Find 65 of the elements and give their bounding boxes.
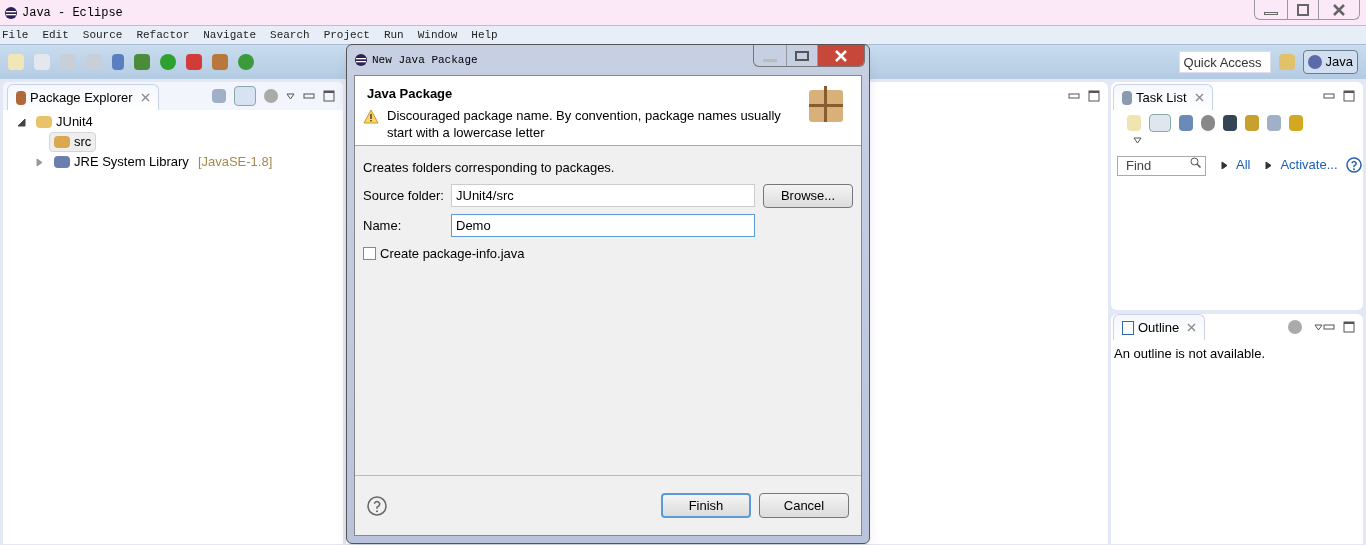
- close-icon: [1332, 3, 1346, 16]
- minimize-icon[interactable]: [303, 92, 315, 100]
- close-icon[interactable]: [1187, 323, 1197, 332]
- expander-icon[interactable]: [17, 117, 26, 127]
- field-label: Source folder:: [363, 186, 445, 205]
- menu-item[interactable]: Project: [323, 26, 370, 44]
- expand-icon[interactable]: [1264, 161, 1273, 169]
- maximize-icon[interactable]: [1088, 90, 1100, 102]
- close-icon: [834, 49, 848, 62]
- checkbox[interactable]: [363, 246, 376, 260]
- maximize-icon[interactable]: [1343, 90, 1355, 102]
- menu-item[interactable]: Navigate: [203, 26, 257, 44]
- minimize-icon[interactable]: [1323, 323, 1335, 331]
- text-field[interactable]: JUnit4/src: [451, 184, 755, 207]
- search-icon: [1190, 157, 1201, 168]
- view-menu-icon[interactable]: [1133, 136, 1142, 145]
- maximize-icon[interactable]: [323, 90, 335, 102]
- view-menu-icon[interactable]: [286, 91, 295, 101]
- perspective-button[interactable]: Java: [1302, 50, 1358, 74]
- dialog-title: New Java Package: [372, 52, 478, 68]
- dialog-description: Creates folders corresponding to packages.: [363, 159, 615, 177]
- menu-item[interactable]: Search: [270, 26, 310, 44]
- tree-item[interactable]: JRE System Library: [49, 152, 194, 172]
- window-title: Java - Eclipse: [22, 4, 123, 22]
- help-icon[interactable]: [1345, 157, 1362, 173]
- find-field[interactable]: Find: [1117, 155, 1206, 176]
- menu-item[interactable]: File: [2, 26, 29, 44]
- menu-item[interactable]: Edit: [42, 26, 69, 44]
- tree-item[interactable]: JUnit4: [31, 112, 98, 132]
- menu-item[interactable]: Source: [82, 26, 123, 44]
- eclipse-logo-icon: [354, 53, 368, 67]
- dialog-heading: Java Package: [366, 85, 453, 103]
- view-tab[interactable]: Package Explorer: [7, 84, 159, 110]
- outline-icon: [1122, 320, 1134, 335]
- quick-access-field[interactable]: Quick Access: [1178, 51, 1271, 73]
- close-button[interactable]: [818, 45, 864, 66]
- view-tab[interactable]: Task List: [1113, 84, 1213, 110]
- field-label: Name:: [363, 216, 403, 235]
- link[interactable]: All: [1236, 155, 1251, 175]
- close-icon[interactable]: [1194, 93, 1204, 102]
- menu-item[interactable]: Run: [383, 26, 404, 44]
- checkbox-label: Create package-info.java: [380, 244, 525, 263]
- restore-button[interactable]: [1287, 0, 1319, 19]
- menu-item[interactable]: Refactor: [136, 26, 190, 44]
- dialog-button[interactable]: Finish: [661, 493, 751, 518]
- text-field[interactable]: Demo: [451, 214, 755, 237]
- tree-decoration: [JavaSE-1.8]: [197, 153, 273, 172]
- warning-icon: [363, 108, 379, 124]
- link[interactable]: Activate...: [1280, 155, 1338, 175]
- outline-message: An outline is not available.: [1113, 345, 1267, 363]
- view-menu-icon[interactable]: [1314, 322, 1323, 332]
- expand-icon[interactable]: [1220, 161, 1228, 169]
- tree-item[interactable]: src: [49, 132, 97, 152]
- maximize-icon[interactable]: [1343, 321, 1355, 333]
- menu-item[interactable]: Window: [417, 26, 458, 44]
- close-icon[interactable]: [140, 93, 150, 102]
- minimize-icon[interactable]: [1323, 92, 1335, 100]
- view-tab[interactable]: Outline: [1113, 314, 1206, 340]
- warning-message: Discouraged package name. By convention, package names usually start with a lowercase letter: [386, 106, 782, 141]
- help-icon[interactable]: [367, 495, 387, 516]
- menu-item[interactable]: Help: [471, 26, 498, 44]
- minimize-icon[interactable]: [1068, 92, 1080, 100]
- browse-button[interactable]: Browse...: [763, 183, 853, 208]
- dialog-button[interactable]: Cancel: [759, 493, 849, 518]
- eclipse-logo-icon: [4, 5, 18, 20]
